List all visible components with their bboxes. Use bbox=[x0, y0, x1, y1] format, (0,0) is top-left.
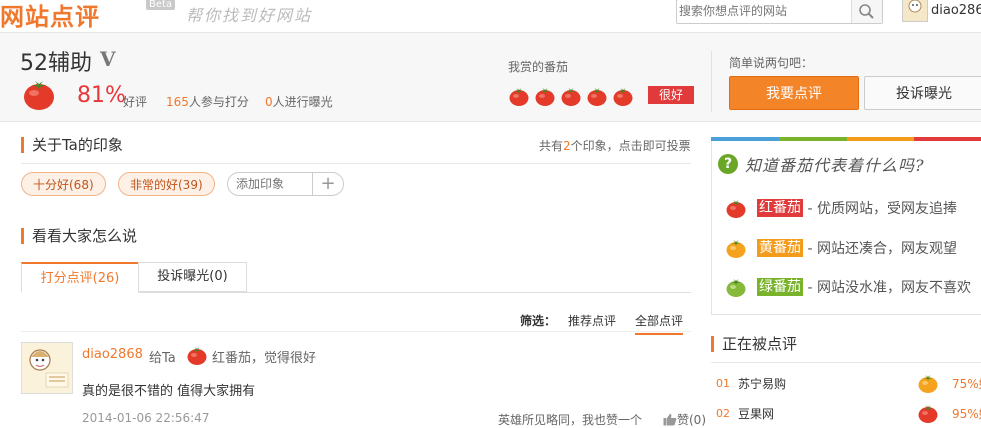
item-name[interactable]: 苏宁易购 bbox=[738, 375, 786, 392]
verified-mark: V bbox=[100, 47, 116, 71]
divider bbox=[711, 362, 981, 363]
legend-yellow: 黄番茄 - 网站还凑合，网友观望 bbox=[725, 237, 957, 259]
legend-yellow-desc: - 网站还凑合，网友观望 bbox=[803, 241, 957, 257]
my-tomato-title: 我赏的番茄 bbox=[508, 60, 569, 74]
header-divider bbox=[711, 51, 712, 112]
avatar-face-icon bbox=[29, 349, 69, 388]
legend-red-desc: - 优质网站，受网友追捧 bbox=[803, 201, 957, 217]
add-impression-button[interactable]: + bbox=[312, 173, 343, 195]
legend-red-label: 红番茄 bbox=[757, 199, 803, 217]
slogan: 帮你找到好网站 bbox=[186, 6, 313, 25]
now-reviewing-item[interactable]: 01 苏宁易购 75%好 bbox=[711, 374, 981, 394]
red-tomato-icon[interactable] bbox=[560, 85, 582, 107]
impression-tag[interactable]: 非常的好(39) bbox=[118, 172, 215, 196]
reviews-title: 看看大家怎么说 bbox=[21, 228, 137, 244]
tab-rating-reviews[interactable]: 打分点评(26) bbox=[21, 262, 139, 293]
legend-green-label: 绿番茄 bbox=[757, 278, 803, 296]
add-impression: + bbox=[227, 172, 344, 196]
exposure-text: 人进行曝光 bbox=[272, 95, 333, 109]
filter-label: 筛选： bbox=[520, 314, 557, 328]
item-percent: 95%好 bbox=[952, 407, 981, 421]
participants-count: 165 bbox=[166, 95, 189, 109]
red-tomato-icon bbox=[918, 405, 938, 423]
review-verdict: 红番茄，觉得很好 bbox=[212, 351, 317, 366]
exposure-count: 0 bbox=[265, 95, 273, 109]
item-name[interactable]: 豆果网 bbox=[738, 405, 774, 422]
like-count: 赞(0) bbox=[677, 413, 706, 427]
user-avatar[interactable] bbox=[902, 0, 928, 22]
red-tomato-icon bbox=[187, 347, 207, 365]
positive-percent: 81% bbox=[77, 83, 126, 108]
rating-label: 很好 bbox=[648, 86, 694, 104]
agree-text: 英雄所见略同，我也赞一个 bbox=[498, 413, 643, 427]
red-tomato-icon bbox=[24, 81, 54, 110]
positive-label: 好评 bbox=[123, 95, 148, 109]
green-tomato-icon bbox=[726, 279, 746, 297]
search-icon bbox=[859, 4, 874, 19]
color-strip bbox=[711, 137, 981, 141]
legend-green-desc: - 网站没水准，网友不喜欢 bbox=[803, 280, 971, 296]
legend-red: 红番茄 - 优质网站，受网友追捧 bbox=[725, 197, 957, 219]
impressions-count-prefix: 共有 bbox=[539, 139, 564, 153]
impressions-count-number: 2 bbox=[563, 139, 571, 153]
beta-badge: Beta bbox=[146, 0, 176, 10]
question-icon: ? bbox=[718, 154, 738, 174]
add-impression-input[interactable] bbox=[236, 176, 310, 192]
exposure-stat: 0人进行曝光 bbox=[265, 93, 333, 110]
filter-recommended[interactable]: 推荐点评 bbox=[568, 312, 616, 329]
tab-complaints[interactable]: 投诉曝光(0) bbox=[138, 262, 247, 292]
item-percent: 75%好 bbox=[952, 377, 981, 391]
search-input[interactable] bbox=[679, 2, 845, 19]
say-title: 简单说两句吧： bbox=[729, 56, 814, 70]
rating-tomatoes[interactable] bbox=[508, 85, 638, 107]
review-time: 2014-01-06 22:56:47 bbox=[82, 411, 210, 425]
review-gave-text: 给Ta bbox=[149, 351, 176, 366]
thumbs-up-icon bbox=[663, 413, 677, 426]
search-box bbox=[676, 0, 883, 24]
item-index: 02 bbox=[716, 407, 730, 420]
participants-stat: 165人参与打分 bbox=[166, 93, 249, 110]
avatar-face-icon bbox=[908, 0, 922, 13]
legend-green: 绿番茄 - 网站没水准，网友不喜欢 bbox=[725, 276, 971, 298]
legend-title: 知道番茄代表着什么吗? bbox=[745, 156, 925, 175]
red-tomato-icon[interactable] bbox=[586, 85, 608, 107]
yellow-tomato-icon bbox=[726, 240, 746, 258]
participants-text: 人参与打分 bbox=[188, 95, 249, 109]
divider bbox=[21, 331, 691, 332]
red-tomato-icon[interactable] bbox=[612, 85, 634, 107]
legend-yellow-label: 黄番茄 bbox=[757, 239, 803, 257]
complain-button[interactable]: 投诉曝光 bbox=[864, 76, 981, 110]
site-logo[interactable]: 网站点评 bbox=[0, 0, 100, 32]
review-text: 真的是很不错的 值得大家拥有 bbox=[82, 384, 256, 399]
impressions-count-suffix: 个印象，点击即可投票 bbox=[570, 139, 691, 153]
impressions-count: 共有2个印象，点击即可投票 bbox=[539, 137, 691, 154]
impressions-title: 关于Ta的印象 bbox=[21, 137, 123, 153]
write-review-button[interactable]: 我要点评 bbox=[729, 76, 859, 110]
red-tomato-icon[interactable] bbox=[534, 85, 556, 107]
like-button[interactable]: 赞(0) bbox=[663, 411, 706, 428]
divider bbox=[21, 163, 691, 164]
yellow-tomato-icon bbox=[918, 375, 938, 393]
red-tomato-icon[interactable] bbox=[508, 85, 530, 107]
reviewer-avatar[interactable] bbox=[21, 342, 73, 394]
now-reviewing-title: 正在被点评 bbox=[711, 336, 797, 352]
impression-tag[interactable]: 十分好(68) bbox=[21, 172, 106, 196]
username-link[interactable]: diao2868 bbox=[931, 3, 981, 18]
search-button[interactable] bbox=[851, 0, 882, 23]
site-name: 52辅助 bbox=[20, 51, 92, 76]
item-index: 01 bbox=[716, 377, 730, 390]
red-tomato-icon bbox=[726, 200, 746, 218]
reviewer-name[interactable]: diao2868 bbox=[82, 347, 143, 362]
now-reviewing-item[interactable]: 02 豆果网 95%好 bbox=[711, 404, 981, 424]
